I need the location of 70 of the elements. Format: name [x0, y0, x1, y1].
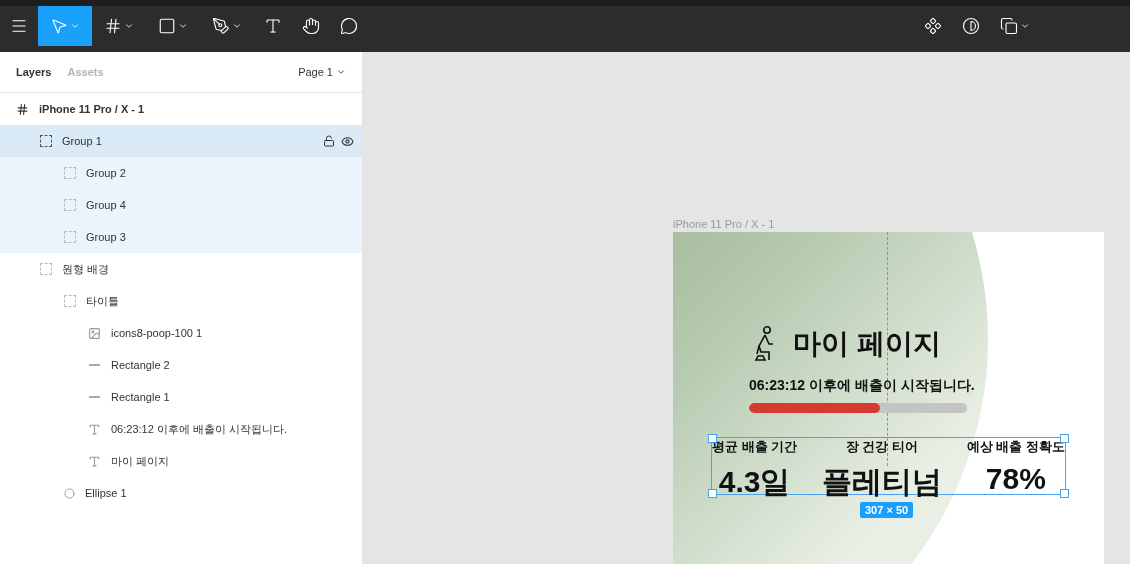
menu-icon — [10, 17, 28, 35]
stat-value: 플레티넘 — [822, 464, 942, 500]
page-selector[interactable]: Page 1 — [298, 66, 346, 78]
caret-icon — [70, 21, 80, 31]
layer-row[interactable]: Group 4 — [0, 189, 362, 221]
stat-label: 예상 배출 정확도 — [966, 438, 1065, 456]
caret-icon — [1020, 21, 1030, 31]
resize-handle[interactable] — [1060, 434, 1069, 443]
layer-row[interactable]: Group 1 — [0, 125, 362, 157]
group-icon — [64, 199, 76, 211]
hand-icon — [302, 17, 320, 35]
layer-row[interactable]: Group 2 — [0, 157, 362, 189]
page-title: 마이 페이지 — [793, 327, 941, 361]
caret-icon — [232, 21, 242, 31]
layer-name: Group 2 — [86, 167, 127, 179]
layer-name: iPhone 11 Pro / X - 1 — [39, 103, 146, 115]
rectangle-icon — [158, 17, 176, 35]
layer-row[interactable]: iPhone 11 Pro / X - 1 — [0, 93, 362, 125]
image-icon — [88, 326, 101, 340]
text-icon — [264, 17, 282, 35]
layer-name: Rectangle 2 — [111, 359, 171, 371]
layer-name: icons8-poop-100 1 — [111, 327, 204, 339]
ellipse-icon — [64, 487, 75, 499]
layer-name: 마이 페이지 — [111, 453, 171, 469]
stat-value: 4.3일 — [718, 464, 791, 500]
panel-tab[interactable]: Layers — [16, 66, 52, 78]
unlock-icon[interactable] — [323, 135, 335, 147]
stat-label: 장 건강 티어 — [845, 438, 919, 456]
layer-name: Rectangle 1 — [111, 391, 171, 403]
countdown-text: 06:23:12 이후에 배출이 시작됩니다. — [749, 377, 976, 395]
layer-row[interactable]: Ellipse 1 — [0, 477, 362, 509]
size-tag: 307 × 50 — [860, 502, 914, 518]
layer-row[interactable]: 마이 페이지 — [0, 445, 362, 477]
group-icon — [64, 167, 76, 179]
layer-row[interactable]: Group 3 — [0, 221, 362, 253]
stat-label: 평균 배출 기간 — [712, 438, 798, 456]
frame-icon — [104, 17, 122, 35]
layer-row[interactable]: 타이틀 — [0, 285, 362, 317]
stat-value: 78% — [985, 462, 1046, 496]
group-icon — [64, 295, 76, 307]
layer-name: Group 1 — [62, 135, 103, 147]
resize-handle[interactable] — [708, 434, 717, 443]
move-icon — [50, 17, 68, 35]
layer-row[interactable]: 원형 배경 — [0, 253, 362, 285]
group-icon — [40, 135, 52, 147]
group-icon — [40, 263, 52, 275]
layer-name: 06:23:12 이후에 배출이 시작됩니다. — [111, 421, 289, 437]
caret-icon — [124, 21, 134, 31]
frame-icon — [16, 102, 29, 116]
text-icon — [88, 422, 101, 436]
eye-icon[interactable] — [341, 134, 354, 148]
pen-icon — [212, 17, 230, 35]
layer-row[interactable]: Rectangle 2 — [0, 349, 362, 381]
layer-name: Group 3 — [86, 231, 127, 243]
component-icon — [924, 17, 942, 35]
group-icon — [64, 231, 76, 243]
layer-row[interactable]: icons8-poop-100 1 — [0, 317, 362, 349]
layer-name: Group 4 — [86, 199, 127, 211]
layer-name: 타이틀 — [86, 293, 120, 309]
resize-handle[interactable] — [1060, 489, 1069, 498]
layer-row[interactable]: 06:23:12 이후에 배출이 시작됩니다. — [0, 413, 362, 445]
resize-handle[interactable] — [708, 489, 717, 498]
comment-icon — [340, 17, 358, 35]
text-icon — [88, 454, 101, 468]
caret-icon — [178, 21, 188, 31]
layer-name: Ellipse 1 — [85, 487, 128, 499]
layer-row[interactable]: Rectangle 1 — [0, 381, 362, 413]
layer-name: 원형 배경 — [62, 261, 111, 277]
caret-icon — [336, 67, 346, 77]
page-name: Page 1 — [298, 66, 333, 78]
